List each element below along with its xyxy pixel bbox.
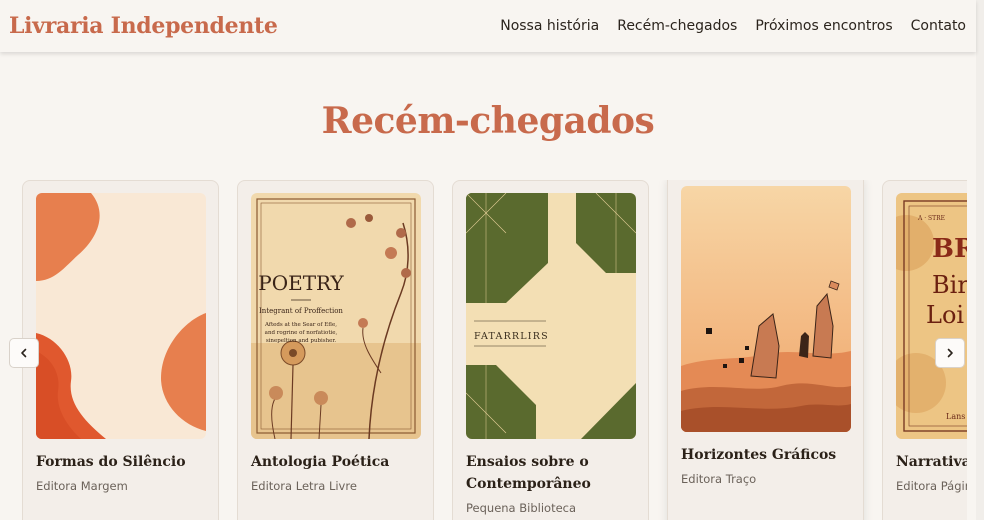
- book-card[interactable]: POETRY Integrant of Proffection Afteds a…: [237, 180, 434, 520]
- book-title[interactable]: Ensaios sobre o Contemporâneo: [466, 451, 641, 495]
- book-card[interactable]: FATARRLIRS Ensaios sobre o Contemporâneo…: [452, 180, 649, 520]
- book-title[interactable]: Antologia Poética: [251, 451, 426, 473]
- svg-text:POETRY: POETRY: [258, 271, 344, 295]
- book-cover: A · STRE BR Bir Loi Lans: [896, 193, 967, 439]
- nav-link-nossa-historia[interactable]: Nossa história: [500, 18, 599, 34]
- svg-text:Afteds at the Sear of Efle,: Afteds at the Sear of Efle,: [264, 322, 337, 328]
- svg-text:and rogrine of norfatiotie,: and rogrine of norfatiotie,: [265, 330, 338, 336]
- book-cover: POETRY Integrant of Proffection Afteds a…: [251, 193, 421, 439]
- book-publisher: Pequena Biblioteca: [466, 501, 577, 515]
- book-card[interactable]: Formas do Silêncio Editora Margem: [22, 180, 219, 520]
- svg-text:FATARRLIRS: FATARRLIRS: [474, 331, 549, 342]
- svg-text:A · STRE: A · STRE: [917, 215, 945, 222]
- svg-text:Lans: Lans: [946, 412, 965, 421]
- book-card[interactable]: Horizontes Gráficos Editora Traço: [667, 180, 864, 520]
- site-header: Livraria Independente Nossa história Rec…: [0, 0, 976, 52]
- book-title[interactable]: Horizontes Gráficos: [681, 444, 856, 466]
- book-cover: FATARRLIRS: [466, 193, 636, 439]
- svg-text:Loi: Loi: [926, 301, 964, 329]
- book-cover: [681, 186, 851, 432]
- svg-text:BR: BR: [932, 234, 967, 264]
- svg-text:Integrant of Proffection: Integrant of Proffection: [259, 307, 343, 315]
- book-title[interactable]: Formas do Silêncio: [36, 451, 211, 473]
- book-publisher: Editora Letra Livre: [251, 479, 357, 493]
- chevron-right-icon: [947, 348, 953, 358]
- svg-text:sinepeltion and pubisher.: sinepeltion and pubisher.: [266, 338, 337, 344]
- carousel-next-button[interactable]: [935, 338, 965, 368]
- book-publisher: Editora Página: [896, 479, 967, 493]
- nav-link-proximos-encontros[interactable]: Próximos encontros: [755, 18, 892, 34]
- nav-link-contato[interactable]: Contato: [911, 18, 966, 34]
- carousel-prev-button[interactable]: [9, 338, 39, 368]
- main-nav: Nossa história Recém-chegados Próximos e…: [500, 18, 966, 34]
- book-title[interactable]: Narrativas: [896, 451, 967, 473]
- chevron-left-icon: [21, 348, 27, 358]
- book-carousel: Formas do Silêncio Editora Margem POETRY…: [22, 180, 967, 520]
- book-publisher: Editora Traço: [681, 472, 757, 486]
- book-publisher: Editora Margem: [36, 479, 128, 493]
- nav-link-recem-chegados[interactable]: Recém-chegados: [617, 18, 737, 34]
- brand-logo[interactable]: Livraria Independente: [9, 13, 278, 39]
- page-scrollbar[interactable]: [976, 0, 984, 520]
- section-title: Recém-chegados: [321, 100, 655, 142]
- svg-text:Bir: Bir: [932, 271, 967, 299]
- book-cover: [36, 193, 206, 439]
